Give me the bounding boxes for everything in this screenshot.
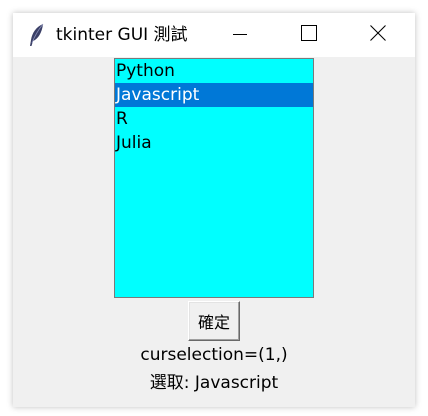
window-title: tkinter GUI 測試 [56, 25, 188, 45]
maximize-button[interactable] [286, 13, 332, 57]
minimize-icon [233, 26, 247, 45]
selected-label: 選取: Javascript [149, 373, 279, 393]
close-button[interactable] [355, 13, 401, 57]
close-icon [370, 25, 386, 45]
minimize-button[interactable] [217, 13, 263, 57]
feather-icon [28, 23, 46, 47]
list-item-selected[interactable]: Javascript [115, 83, 313, 107]
maximize-icon [301, 25, 317, 45]
app-window: tkinter GUI 測試 Python Javascript R Julia [13, 13, 415, 407]
list-item[interactable]: Julia [115, 131, 313, 155]
language-listbox[interactable]: Python Javascript R Julia [114, 58, 314, 298]
title-bar[interactable]: tkinter GUI 測試 [13, 13, 415, 57]
confirm-button[interactable]: 確定 [188, 301, 240, 341]
list-item[interactable]: R [115, 107, 313, 131]
curselection-label: curselection=(1,) [140, 345, 288, 365]
list-item[interactable]: Python [115, 59, 313, 83]
